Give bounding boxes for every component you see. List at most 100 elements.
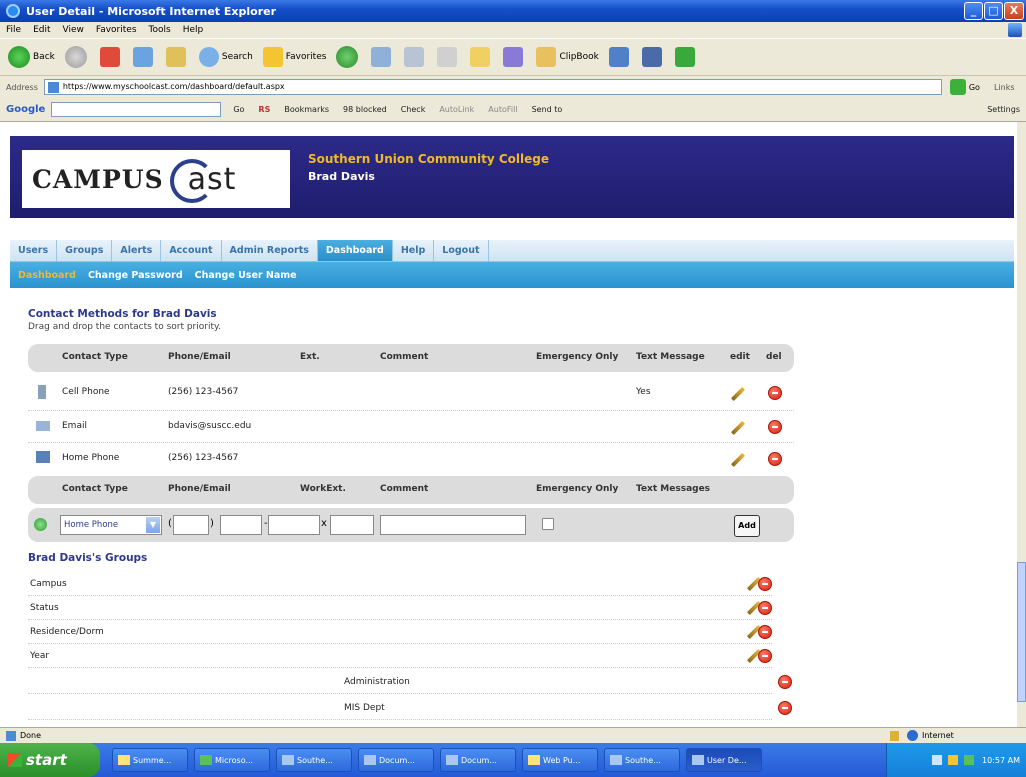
menu-favorites[interactable]: Favorites bbox=[96, 25, 137, 35]
menu-file[interactable]: File bbox=[6, 25, 21, 35]
group-row[interactable]: Campus bbox=[28, 572, 772, 596]
tab-help[interactable]: Help bbox=[393, 240, 435, 261]
comment-input[interactable] bbox=[380, 515, 526, 535]
bookmarks-button[interactable]: Bookmarks bbox=[284, 105, 329, 114]
taskbar-item[interactable]: Summe... bbox=[112, 748, 188, 772]
print-button[interactable] bbox=[404, 47, 427, 67]
delete-icon[interactable] bbox=[768, 452, 782, 466]
menu-edit[interactable]: Edit bbox=[33, 25, 50, 35]
tab-account[interactable]: Account bbox=[161, 240, 222, 261]
money-button[interactable] bbox=[674, 47, 698, 67]
taskbar-item[interactable]: Southe... bbox=[276, 748, 352, 772]
tab-groups[interactable]: Groups bbox=[57, 240, 113, 261]
url-input[interactable]: https://www.myschoolcast.com/dashboard/d… bbox=[43, 79, 942, 95]
subtab-change-password[interactable]: Change Password bbox=[88, 270, 183, 281]
start-button[interactable]: start bbox=[0, 743, 100, 777]
tab-dashboard[interactable]: Dashboard bbox=[317, 240, 393, 261]
delete-icon[interactable] bbox=[758, 601, 772, 615]
phone-prefix-input[interactable] bbox=[220, 515, 262, 535]
tray-icon[interactable] bbox=[932, 755, 943, 765]
messenger-button[interactable] bbox=[503, 47, 526, 67]
edit-pencil-icon[interactable] bbox=[730, 452, 746, 468]
tab-alerts[interactable]: Alerts bbox=[112, 240, 162, 261]
menu-view[interactable]: View bbox=[63, 25, 84, 35]
group-row[interactable]: Year bbox=[28, 644, 772, 668]
contact-type-select[interactable]: Home Phone ▼ bbox=[60, 515, 162, 535]
popup-blocker-button[interactable]: 98 blocked bbox=[343, 105, 387, 114]
discuss-button[interactable] bbox=[641, 47, 665, 67]
refresh-button[interactable] bbox=[132, 47, 156, 67]
menu-help[interactable]: Help bbox=[183, 25, 204, 35]
delete-icon[interactable] bbox=[768, 420, 782, 434]
add-plus-icon[interactable] bbox=[34, 518, 47, 531]
area-code-input[interactable] bbox=[173, 515, 209, 535]
group-row[interactable]: Status bbox=[28, 596, 772, 620]
close-button[interactable]: X bbox=[1004, 2, 1024, 20]
links-button[interactable]: Links bbox=[994, 83, 1015, 92]
history-button[interactable] bbox=[336, 46, 361, 68]
group-row[interactable]: MIS Dept bbox=[28, 696, 792, 720]
windows-flag-icon bbox=[8, 753, 22, 767]
delete-icon[interactable] bbox=[768, 386, 782, 400]
taskbar-item[interactable]: Web Pu... bbox=[522, 748, 598, 772]
chevron-down-icon[interactable]: ▼ bbox=[146, 517, 160, 533]
delete-icon[interactable] bbox=[758, 577, 772, 591]
autofill-button[interactable]: AutoFill bbox=[488, 105, 517, 114]
mail-button[interactable] bbox=[371, 47, 394, 67]
delete-icon[interactable] bbox=[778, 675, 792, 689]
campuscast-logo[interactable]: CAMPUS ast bbox=[22, 150, 290, 208]
taskbar-item[interactable]: Microso... bbox=[194, 748, 270, 772]
scrollbar-thumb[interactable] bbox=[1017, 562, 1026, 702]
contact-row[interactable]: Home Phone (256) 123-4567 bbox=[28, 444, 794, 474]
maximize-button[interactable]: □ bbox=[984, 2, 1003, 20]
send-to-button[interactable]: Send to bbox=[532, 105, 563, 114]
home-button[interactable] bbox=[165, 47, 189, 67]
phone-line-input[interactable] bbox=[268, 515, 320, 535]
research-button[interactable] bbox=[608, 47, 632, 67]
group-row[interactable]: Administration bbox=[28, 670, 792, 694]
clock[interactable]: 10:57 AM bbox=[982, 756, 1020, 765]
home-icon bbox=[165, 47, 186, 67]
google-search-input[interactable] bbox=[51, 102, 222, 117]
contact-row[interactable]: Cell Phone (256) 123-4567 Yes bbox=[28, 378, 794, 408]
taskbar-item[interactable]: Docum... bbox=[358, 748, 434, 772]
delete-icon[interactable] bbox=[758, 625, 772, 639]
contact-row[interactable]: Email bdavis@suscc.edu bbox=[28, 412, 794, 442]
subtab-change-user-name[interactable]: Change User Name bbox=[195, 270, 297, 281]
delete-icon[interactable] bbox=[758, 649, 772, 663]
taskbar-item[interactable]: Southe... bbox=[604, 748, 680, 772]
taskbar-item[interactable]: Docum... bbox=[440, 748, 516, 772]
add-contact-button[interactable]: Add bbox=[734, 515, 760, 537]
google-settings-button[interactable]: Settings bbox=[987, 105, 1020, 114]
tray-icon[interactable] bbox=[964, 755, 975, 765]
edit-button[interactable] bbox=[437, 47, 460, 67]
work-ext-input[interactable] bbox=[330, 515, 374, 535]
forward-button[interactable] bbox=[64, 46, 90, 68]
folder-button[interactable] bbox=[470, 47, 493, 67]
stop-button[interactable] bbox=[99, 47, 123, 67]
delete-icon[interactable] bbox=[778, 701, 792, 715]
tab-admin-reports[interactable]: Admin Reports bbox=[222, 240, 318, 261]
clipbook-button[interactable]: ClipBook bbox=[536, 47, 599, 67]
minimize-button[interactable]: _ bbox=[964, 2, 983, 20]
subtab-dashboard[interactable]: Dashboard bbox=[18, 270, 76, 281]
edit-pencil-icon[interactable] bbox=[730, 386, 746, 402]
emergency-only-checkbox[interactable] bbox=[542, 518, 554, 530]
vertical-scrollbar[interactable] bbox=[1017, 122, 1026, 727]
search-button[interactable]: Search bbox=[198, 47, 253, 67]
google-go-button[interactable]: Go bbox=[233, 105, 244, 114]
tab-logout[interactable]: Logout bbox=[434, 240, 489, 261]
rss-icon[interactable]: RS bbox=[258, 105, 270, 114]
group-row[interactable]: Residence/Dorm bbox=[28, 620, 772, 644]
favorites-button[interactable]: Favorites bbox=[262, 47, 326, 67]
spellcheck-button[interactable]: Check bbox=[401, 105, 426, 114]
tab-users[interactable]: Users bbox=[10, 240, 58, 261]
tray-icon[interactable] bbox=[948, 755, 959, 765]
google-logo[interactable]: Google bbox=[6, 104, 45, 115]
autolink-button[interactable]: AutoLink bbox=[439, 105, 474, 114]
edit-pencil-icon[interactable] bbox=[730, 420, 746, 436]
taskbar-item-active[interactable]: User De... bbox=[686, 748, 762, 772]
go-button[interactable]: Go bbox=[949, 79, 980, 95]
back-button[interactable]: Back bbox=[8, 46, 55, 68]
menu-tools[interactable]: Tools bbox=[149, 25, 171, 35]
